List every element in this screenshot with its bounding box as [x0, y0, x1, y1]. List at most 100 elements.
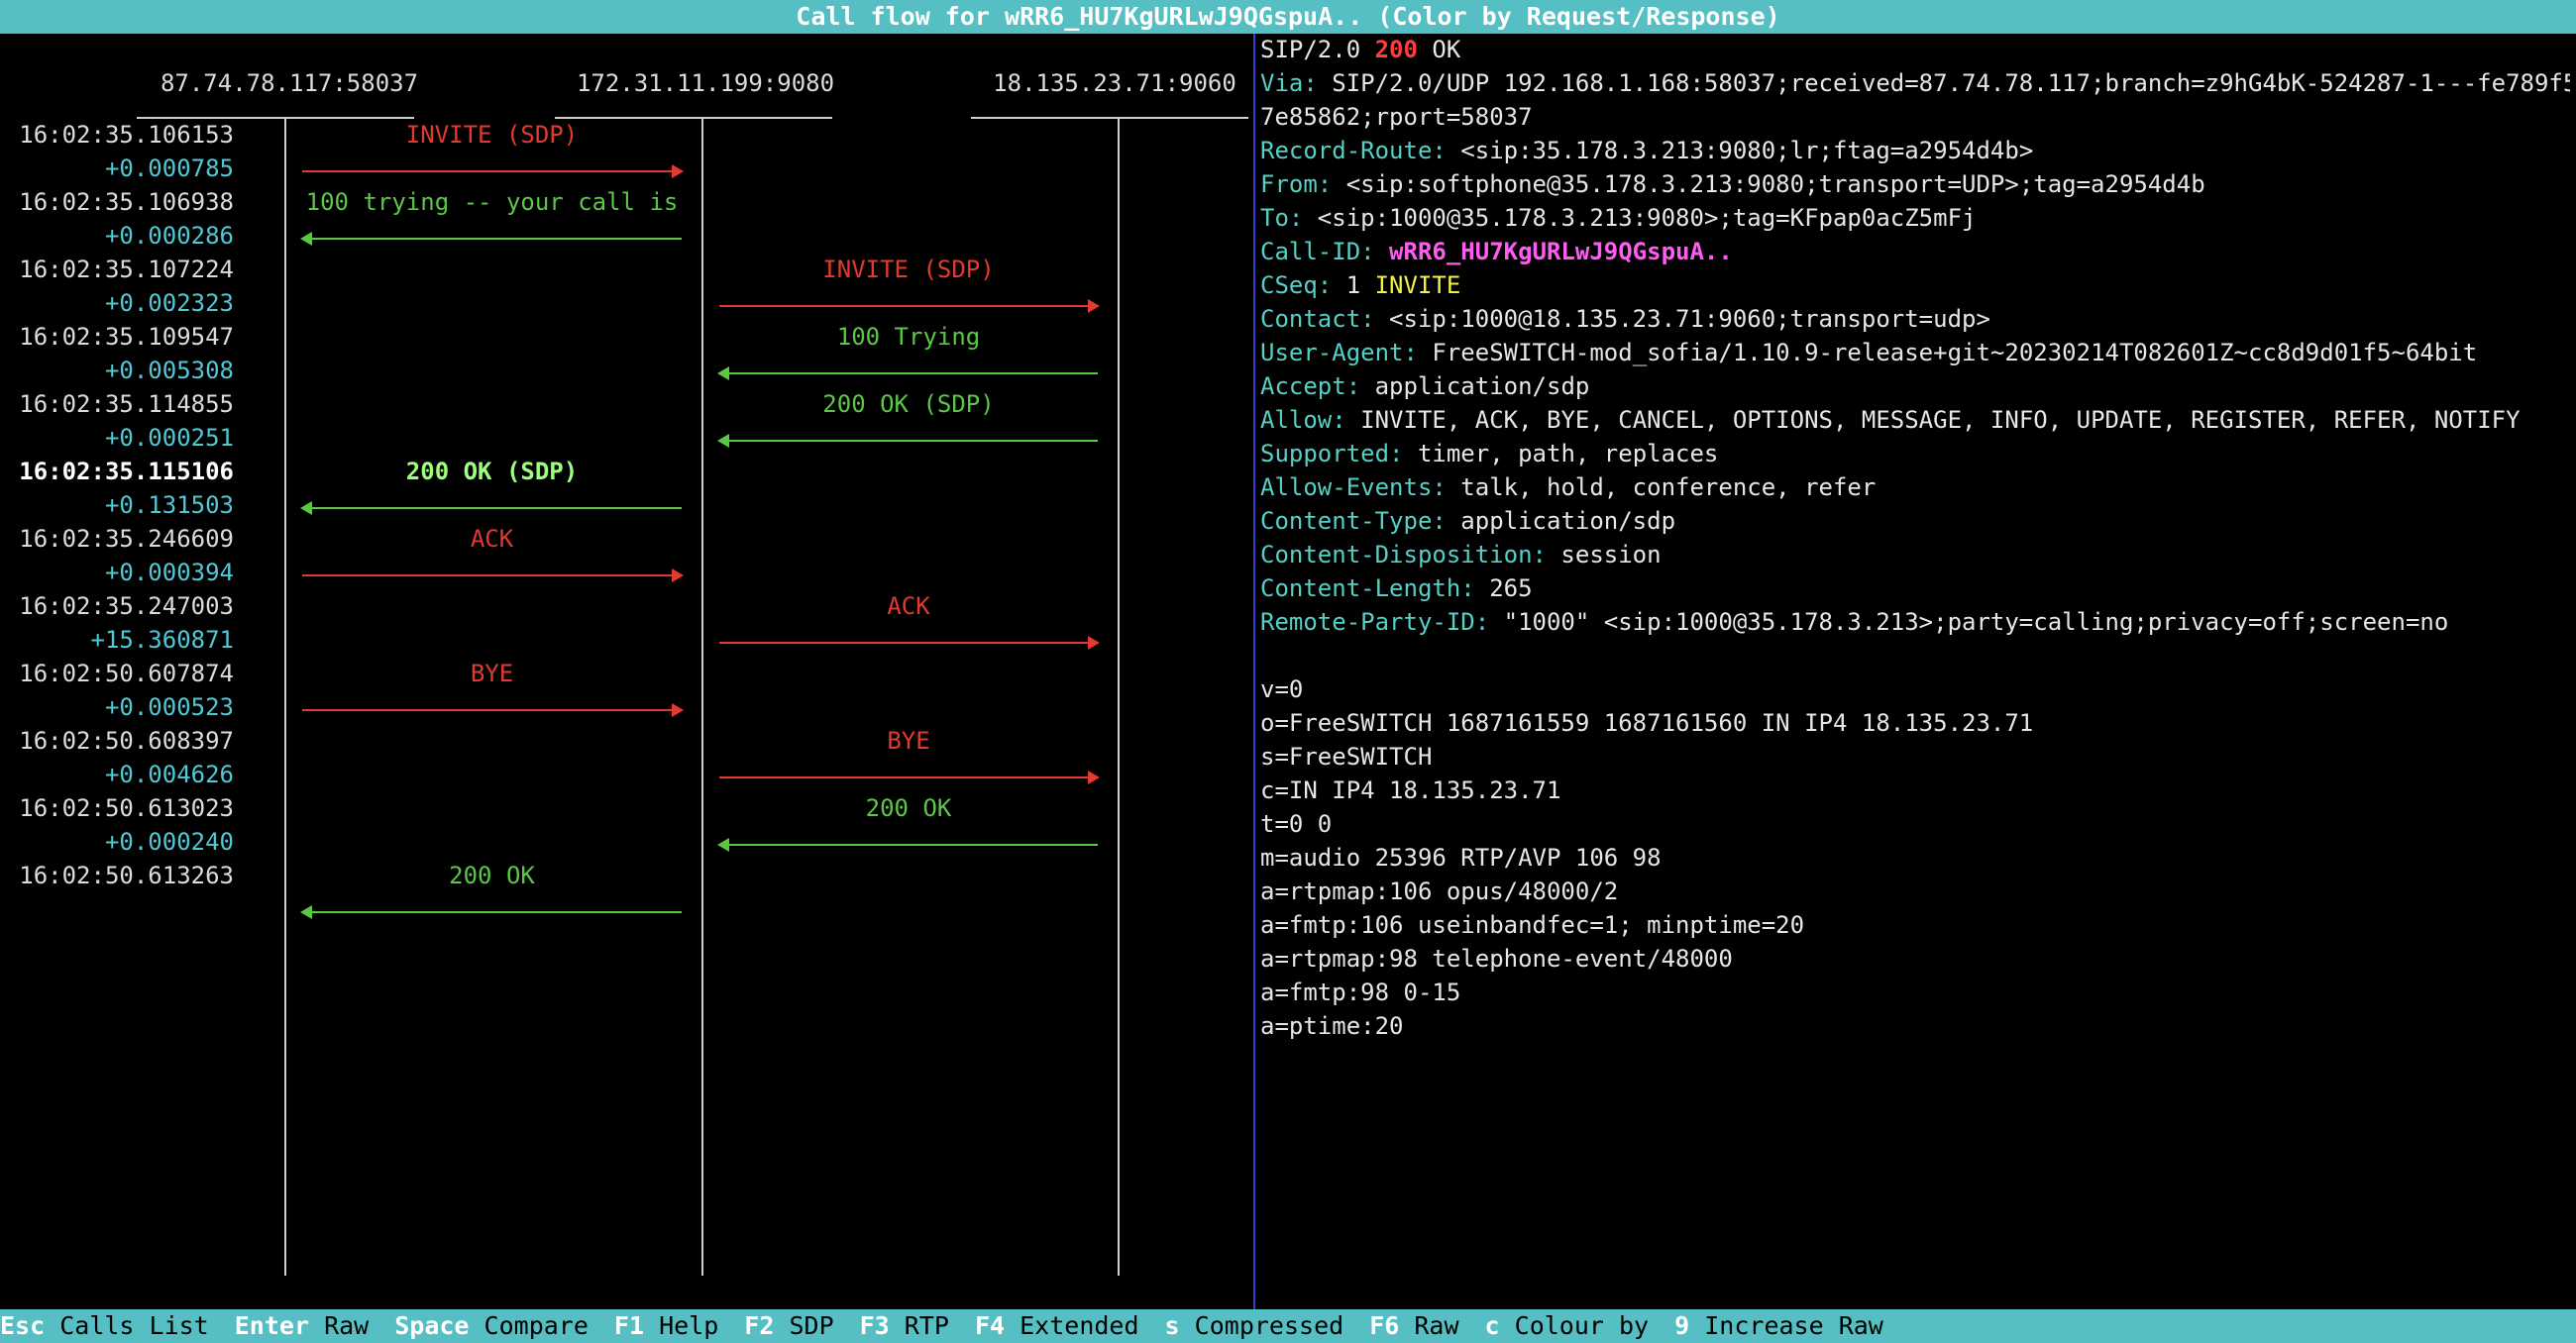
message-timestamp[interactable]: 16:02:35.109547	[0, 323, 234, 351]
header-value: <sip:softphone@35.178.3.213:9080;transpo…	[1332, 170, 2205, 198]
header-value: 7e85862;rport=58037	[1260, 103, 1533, 131]
header-name: Allow-Events:	[1260, 473, 1447, 501]
key-hint-raw[interactable]: Enter Raw	[235, 1311, 369, 1340]
header-name: Content-Length:	[1260, 574, 1475, 602]
message-label[interactable]: INVITE (SDP)	[719, 256, 1098, 283]
key-hint-compare[interactable]: Space Compare	[394, 1311, 589, 1340]
key-hint-compressed[interactable]: s Compressed	[1165, 1311, 1344, 1340]
key-name: F3	[859, 1311, 890, 1340]
key-label: Compare	[483, 1311, 589, 1340]
sdp-text: a=fmtp:106 useinbandfec=1; minptime=20	[1260, 911, 1805, 939]
sdp-line: a=ptime:20	[1260, 1012, 2570, 1040]
sdp-line: a=rtpmap:106 opus/48000/2	[1260, 878, 2570, 905]
header-value: timer, path, replaces	[1403, 440, 1719, 467]
message-timestamp[interactable]: 16:02:50.613263	[0, 862, 234, 889]
key-name: Enter	[234, 1311, 309, 1340]
key-hint-rtp[interactable]: F3 RTP	[860, 1311, 949, 1340]
message-timestamp[interactable]: 16:02:35.115106	[0, 458, 234, 485]
sdp-line: a=rtpmap:98 telephone-event/48000	[1260, 945, 2570, 973]
header-name: Remote-Party-ID:	[1260, 608, 1490, 636]
key-hint-calls-list[interactable]: Esc Calls List	[0, 1311, 209, 1340]
status-reason: OK	[1417, 36, 1461, 63]
key-name: F4	[974, 1311, 1006, 1340]
call-id-value: wRR6_HU7KgURLwJ9QGspuA..	[1374, 238, 1733, 265]
host-lifeline	[701, 117, 703, 1276]
key-hint-sdp[interactable]: F2 SDP	[744, 1311, 833, 1340]
key-label: Calls List	[59, 1311, 209, 1340]
header-value: application/sdp	[1360, 372, 1590, 400]
message-delta: +0.000240	[104, 828, 234, 856]
request-arrow[interactable]	[302, 568, 684, 582]
message-timestamp[interactable]: 16:02:35.247003	[0, 592, 234, 620]
header-line: Content-Type: application/sdp	[1260, 507, 2570, 535]
sdp-line: t=0 0	[1260, 810, 2570, 838]
header-value: <sip:35.178.3.213:9080;lr;ftag=a2954d4b>	[1446, 137, 2034, 164]
sdp-text: a=rtpmap:98 telephone-event/48000	[1260, 945, 1733, 973]
message-delta: +0.004626	[104, 761, 234, 788]
status-code: 200	[1374, 36, 1418, 63]
key-name: F2	[744, 1311, 775, 1340]
header-name: To:	[1260, 204, 1304, 232]
header-via: Via: SIP/2.0/UDP 192.168.1.168:58037;rec…	[1260, 69, 2570, 97]
header-value: application/sdp	[1446, 507, 1676, 535]
sdp-text: v=0	[1260, 675, 1304, 703]
response-arrow[interactable]	[300, 232, 682, 246]
message-timestamp[interactable]: 16:02:35.106153	[0, 121, 234, 149]
header-name: Via:	[1260, 69, 1318, 97]
request-arrow[interactable]	[719, 636, 1100, 650]
response-arrow[interactable]	[300, 501, 682, 515]
message-timestamp[interactable]: 16:02:35.246609	[0, 525, 234, 553]
host-address: 172.31.11.199:9080	[576, 69, 835, 97]
request-arrow[interactable]	[302, 164, 684, 178]
response-arrow[interactable]	[717, 434, 1098, 448]
message-label[interactable]: 200 OK (SDP)	[719, 390, 1098, 418]
message-label[interactable]: BYE	[302, 660, 682, 687]
response-arrow[interactable]	[717, 366, 1098, 380]
message-label[interactable]: BYE	[719, 727, 1098, 755]
message-timestamp[interactable]: 16:02:35.114855	[0, 390, 234, 418]
status-line: SIP/2.0 200 OK	[1260, 36, 2570, 63]
message-label[interactable]: 100 Trying	[719, 323, 1098, 351]
message-label[interactable]: 200 OK	[719, 794, 1098, 822]
header-value: 265	[1474, 574, 1533, 602]
sdp-line: c=IN IP4 18.135.23.71	[1260, 776, 2570, 804]
host-lifeline	[1118, 117, 1120, 1276]
request-arrow[interactable]	[302, 703, 684, 717]
message-label[interactable]: ACK	[302, 525, 682, 553]
message-label[interactable]: INVITE (SDP)	[302, 121, 682, 149]
sdp-line: a=fmtp:98 0-15	[1260, 979, 2570, 1006]
message-timestamp[interactable]: 16:02:35.106938	[0, 188, 234, 216]
response-arrow[interactable]	[717, 838, 1098, 852]
host-underline	[137, 117, 414, 119]
key-hint-colour-by[interactable]: c Colour by	[1485, 1311, 1650, 1340]
request-arrow[interactable]	[719, 771, 1100, 784]
header-name: User-Agent:	[1260, 339, 1418, 366]
sdp-text: a=fmtp:98 0-15	[1260, 979, 1461, 1006]
header-line: Allow: INVITE, ACK, BYE, CANCEL, OPTIONS…	[1260, 406, 2570, 434]
header-name: Accept:	[1260, 372, 1361, 400]
key-name: Esc	[0, 1311, 46, 1340]
key-hint-increase-raw[interactable]: 9 Increase Raw	[1674, 1311, 1883, 1340]
message-label[interactable]: 200 OK	[302, 862, 682, 889]
sdp-line: a=fmtp:106 useinbandfec=1; minptime=20	[1260, 911, 2570, 939]
key-hint-help[interactable]: F1 Help	[614, 1311, 718, 1340]
sdp-line: v=0	[1260, 675, 2570, 703]
sdp-text: m=audio 25396 RTP/AVP 106 98	[1260, 844, 1662, 872]
message-delta: +0.002323	[104, 289, 234, 317]
call-flow-diagram[interactable]: 87.74.78.117:58037 172.31.11.199:9080 18.1…	[0, 34, 1252, 1309]
message-label[interactable]: 100 trying -- your call is	[302, 188, 682, 216]
message-timestamp[interactable]: 16:02:50.607874	[0, 660, 234, 687]
message-timestamp[interactable]: 16:02:35.107224	[0, 256, 234, 283]
message-label[interactable]: ACK	[719, 592, 1098, 620]
response-arrow[interactable]	[300, 905, 682, 919]
key-label: Raw	[1414, 1311, 1459, 1340]
header-line: Content-Length: 265	[1260, 574, 2570, 602]
message-timestamp[interactable]: 16:02:50.613023	[0, 794, 234, 822]
request-arrow[interactable]	[719, 299, 1100, 313]
key-hint-extended[interactable]: F4 Extended	[975, 1311, 1139, 1340]
message-label[interactable]: 200 OK (SDP)	[302, 458, 682, 485]
key-label: Compressed	[1194, 1311, 1344, 1340]
header-line: To: <sip:1000@35.178.3.213:9080>;tag=KFp…	[1260, 204, 2570, 232]
key-hint-raw[interactable]: F6 Raw	[1369, 1311, 1458, 1340]
message-timestamp[interactable]: 16:02:50.608397	[0, 727, 234, 755]
